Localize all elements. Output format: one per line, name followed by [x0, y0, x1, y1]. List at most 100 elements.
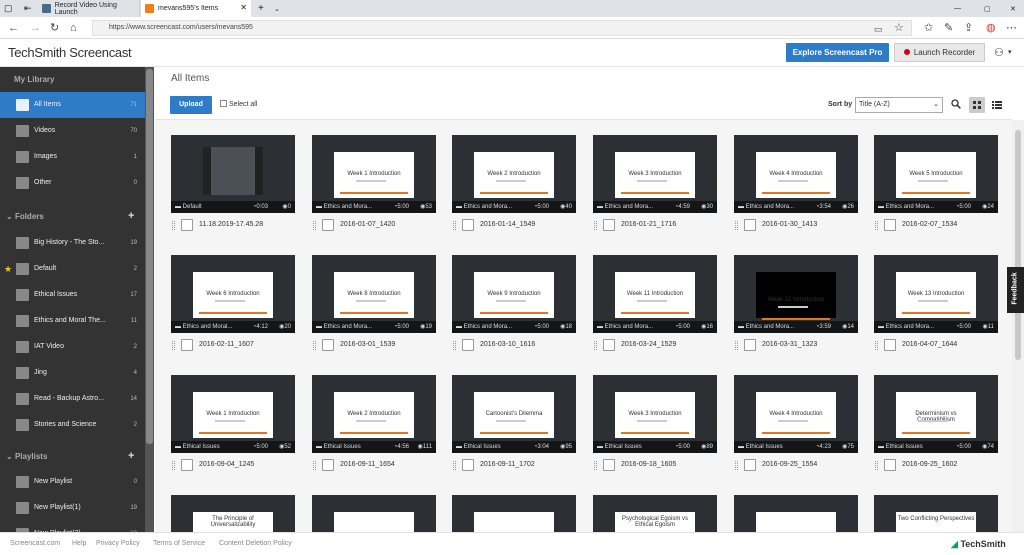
drag-handle-icon[interactable]	[875, 341, 878, 350]
item-title[interactable]: 2016-01-21_1716	[621, 218, 676, 232]
drag-handle-icon[interactable]	[313, 341, 316, 350]
drag-handle-icon[interactable]	[172, 341, 175, 350]
item-checkbox[interactable]	[884, 339, 896, 351]
sidebar-item-folder[interactable]: IAT Video 2	[0, 334, 145, 360]
sidebar-item-other[interactable]: Other 0	[0, 170, 145, 196]
item-checkbox[interactable]	[181, 459, 193, 471]
close-window-icon[interactable]: ✕	[1006, 0, 1024, 17]
item-title[interactable]: 2016-04-07_1644	[902, 338, 957, 352]
favorites-icon[interactable]: ✩	[924, 21, 933, 35]
drag-handle-icon[interactable]	[172, 221, 175, 230]
sidebar-item-folder[interactable]: Jing 4	[0, 360, 145, 386]
video-thumbnail[interactable]: Two Conflicting Perspectives	[874, 495, 998, 532]
user-avatar-icon[interactable]: ⚇	[994, 46, 1004, 59]
item-title[interactable]: 2016-09-04_1245	[199, 458, 254, 472]
item-checkbox[interactable]	[462, 219, 474, 231]
video-thumbnail[interactable]: Week 2 Introduction ▬ Ethical Issues ◔4:…	[312, 375, 436, 453]
sort-select[interactable]: Title (A-Z) ⌄	[855, 97, 943, 113]
feedback-tab[interactable]: Feedback	[1007, 267, 1024, 313]
video-thumbnail[interactable]: Week 8 Introduction ▬ Ethics and Mora...…	[312, 255, 436, 333]
item-checkbox[interactable]	[744, 459, 756, 471]
drag-handle-icon[interactable]	[313, 461, 316, 470]
sidebar-item-playlist[interactable]: New Playlist 0	[0, 469, 145, 495]
video-thumbnail[interactable]: Week 9 Introduction ▬ Ethics and Mora...…	[452, 255, 576, 333]
item-title[interactable]: 2016-03-24_1529	[621, 338, 676, 352]
drag-handle-icon[interactable]	[875, 461, 878, 470]
chevron-down-icon[interactable]: ▾	[1008, 48, 1012, 56]
sidebar-item-videos[interactable]: Videos 70	[0, 118, 145, 144]
video-thumbnail[interactable]: Week 4 Introduction ▬ Ethics and Mora...…	[734, 135, 858, 213]
tab-back-icon[interactable]: ⇤	[20, 0, 38, 17]
video-thumbnail[interactable]: Week 11 Introduction ▬ Ethics and Mora..…	[593, 255, 717, 333]
item-title[interactable]: 2016-01-14_1549	[480, 218, 535, 232]
video-thumbnail[interactable]: Cartoonist's Dilemma ▬ Ethical Issues ◔3…	[452, 375, 576, 453]
item-checkbox[interactable]	[181, 339, 193, 351]
explore-pro-button[interactable]: Explore Screencast Pro	[786, 43, 889, 62]
sidebar-item-folder[interactable]: Ethics and Moral The... 11	[0, 308, 145, 334]
add-playlist-plus-icon[interactable]: +	[128, 450, 134, 462]
select-all-checkbox[interactable]: Select all	[220, 100, 257, 108]
item-title[interactable]: 2016-01-30_1413	[762, 218, 817, 232]
tab-mevans-items[interactable]: mevans595's Items ✕	[141, 0, 251, 17]
upload-button[interactable]: Upload	[170, 96, 212, 114]
tab-record-video[interactable]: Record Video Using Launch	[38, 0, 140, 17]
grid-view-icon[interactable]	[969, 97, 985, 113]
item-checkbox[interactable]	[744, 219, 756, 231]
sidebar-item-images[interactable]: Images 1	[0, 144, 145, 170]
forward-arrow-icon[interactable]: →	[30, 21, 41, 35]
main-scrollbar[interactable]	[1012, 120, 1024, 532]
launch-recorder-button[interactable]: Launch Recorder	[894, 43, 985, 62]
home-icon[interactable]: ⌂	[70, 21, 77, 35]
drag-handle-icon[interactable]	[172, 461, 175, 470]
playlists-heading[interactable]: ⌄ Playlists	[6, 452, 47, 461]
video-thumbnail[interactable]: Week 2 Introduction ▬ Ethics and Mora...…	[452, 135, 576, 213]
scrollbar-thumb[interactable]	[1015, 130, 1021, 360]
drag-handle-icon[interactable]	[735, 461, 738, 470]
video-thumbnail[interactable]: Week 4 Introduction ▬ Ethical Issues ◔4:…	[734, 375, 858, 453]
video-thumbnail[interactable]: Week 6 Introduction ▬ Ethics and Moral..…	[171, 255, 295, 333]
video-thumbnail[interactable]: Week 1 Introduction ▬ Ethical Issues ◔5:…	[171, 375, 295, 453]
address-bar[interactable]: https://www.screencast.com/users/mevans5…	[92, 20, 912, 36]
item-checkbox[interactable]	[744, 339, 756, 351]
add-folder-plus-icon[interactable]: +	[128, 210, 134, 222]
sidebar-item-folder[interactable]: Stories and Science 2	[0, 412, 145, 438]
video-thumbnail[interactable]	[312, 495, 436, 532]
more-menu-icon[interactable]: ⋯	[1006, 21, 1017, 35]
scrollbar-thumb[interactable]	[146, 69, 153, 444]
item-title[interactable]: 2016-02-11_1607	[199, 338, 254, 352]
item-checkbox[interactable]	[603, 219, 615, 231]
item-checkbox[interactable]	[884, 219, 896, 231]
video-thumbnail[interactable]	[734, 495, 858, 532]
footer-link[interactable]: Help	[72, 540, 86, 547]
video-thumbnail[interactable]: Week 13 Introduction ▬ Ethics and Mora..…	[874, 255, 998, 333]
item-title[interactable]: 2016-03-31_1323	[762, 338, 817, 352]
close-icon[interactable]: ✕	[240, 3, 247, 12]
sidebar-item-folder[interactable]: Ethical Issues 17	[0, 282, 145, 308]
tab-actions-icon[interactable]: ▢	[0, 0, 20, 17]
list-view-icon[interactable]	[990, 98, 1004, 112]
drag-handle-icon[interactable]	[453, 461, 456, 470]
folders-heading[interactable]: ⌄ Folders	[6, 212, 44, 221]
item-title[interactable]: 2016-03-10_1616	[480, 338, 535, 352]
pen-icon[interactable]: ✎	[944, 21, 953, 35]
video-thumbnail[interactable]: Week 3 Introduction ▬ Ethical Issues ◔5:…	[593, 375, 717, 453]
drag-handle-icon[interactable]	[453, 221, 456, 230]
video-thumbnail[interactable]: Week 5 Introduction ▬ Ethics and Mora...…	[874, 135, 998, 213]
minimize-icon[interactable]: —	[950, 0, 970, 17]
drag-handle-icon[interactable]	[594, 221, 597, 230]
item-title[interactable]: 2016-03-01_1539	[340, 338, 395, 352]
drag-handle-icon[interactable]	[594, 341, 597, 350]
item-checkbox[interactable]	[603, 339, 615, 351]
item-title[interactable]: 2016-02-07_1534	[902, 218, 957, 232]
sidebar-scrollbar[interactable]	[145, 67, 154, 532]
video-thumbnail[interactable]: Determinism vs Compatibilism ▬ Ethical I…	[874, 375, 998, 453]
extension-icon[interactable]: ◍	[986, 21, 996, 35]
item-title[interactable]: 2016-01-07_1420	[340, 218, 395, 232]
item-checkbox[interactable]	[322, 339, 334, 351]
footer-link[interactable]: Terms of Service	[153, 540, 205, 547]
drag-handle-icon[interactable]	[735, 221, 738, 230]
search-icon[interactable]	[951, 99, 961, 109]
favorite-star-icon[interactable]: ☆	[894, 21, 904, 35]
techsmith-logo[interactable]: ◢ TechSmith	[951, 539, 1006, 550]
video-thumbnail[interactable]: ▬ Default ◔0:03 ◉0	[171, 135, 295, 213]
